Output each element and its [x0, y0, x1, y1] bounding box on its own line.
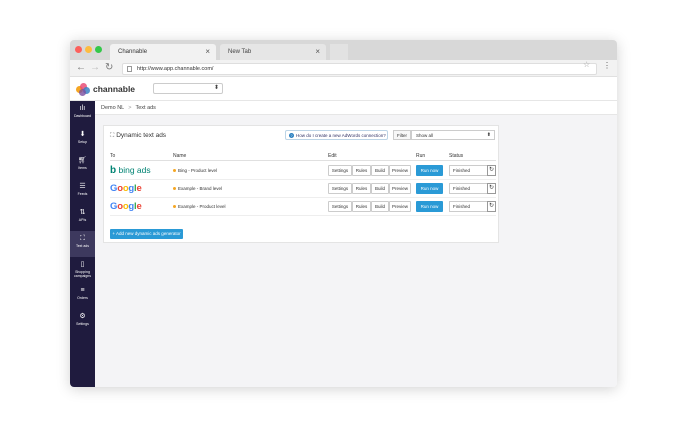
- sidebar: ılı Dashboard ⬇ Setup 🛒︎ Items ☰ Feeds ⇅…: [70, 101, 95, 387]
- row-name: Example - Brand level: [173, 186, 222, 191]
- page-icon: [127, 66, 132, 72]
- status-field: Finished: [449, 201, 488, 212]
- sidebar-item-setup[interactable]: ⬇ Setup: [70, 127, 95, 153]
- sidebar-item-items[interactable]: 🛒︎ Items: [70, 153, 95, 179]
- preview-button[interactable]: Preview: [389, 183, 411, 194]
- table-row: Google Example - Brand level Settings Ru…: [110, 180, 496, 198]
- settings-button[interactable]: Settings: [328, 183, 352, 194]
- breadcrumb: Demo NL > Text ads: [95, 101, 617, 115]
- refresh-icon[interactable]: ↻: [487, 165, 496, 176]
- refresh-icon[interactable]: ↻: [487, 183, 496, 194]
- app-header: channable ⬍: [70, 77, 617, 101]
- sidebar-item-shopping-campaigns[interactable]: ▯ Shopping campaigns: [70, 257, 95, 283]
- status-dot-icon: [173, 205, 176, 209]
- sidebar-item-apis[interactable]: ⇅ APIs: [70, 205, 95, 231]
- bookmark-star-icon[interactable]: ☆: [583, 60, 590, 69]
- logo-text: channable: [93, 84, 136, 94]
- run-now-button[interactable]: Run now: [416, 183, 443, 194]
- google-logo: Google: [110, 183, 142, 194]
- chevron-down-icon: ⬍: [213, 85, 219, 91]
- expand-icon: ⛶: [110, 133, 115, 139]
- url-input[interactable]: http://www.app.channable.com/: [122, 63, 597, 75]
- status-dot-icon: [173, 169, 176, 173]
- add-dynamic-ads-generator-button[interactable]: + Add new dynamic ads generator: [110, 229, 183, 239]
- tab-title: New Tab: [228, 49, 252, 55]
- forward-arrow-icon[interactable]: →: [90, 62, 100, 73]
- table-row: b bing ads Bing - Product level Settings…: [110, 162, 496, 180]
- download-icon: ⬇: [79, 131, 86, 138]
- build-button[interactable]: Build: [371, 165, 389, 176]
- dynamic-text-ads-panel: ⛶ Dynamic text ads ? How do I create a new…: [103, 125, 499, 243]
- row-name: Example - Product level: [173, 204, 226, 209]
- chevron-right-icon: >: [128, 105, 132, 111]
- main-content: ⛶ Dynamic text ads ? How do I create a new…: [95, 115, 617, 387]
- url-text: http://www.app.channable.com/: [137, 66, 214, 72]
- title-bar: Channable × New Tab ×: [70, 40, 617, 60]
- filter-select[interactable]: Show all ⬍: [411, 130, 495, 140]
- status-dot-icon: [173, 187, 176, 191]
- header-name: Name: [173, 153, 187, 159]
- project-select[interactable]: ⬍: [153, 83, 223, 94]
- sliders-icon: ☰: [79, 183, 86, 190]
- browser-window: Channable × New Tab × ← → ↻ http://www.a…: [70, 40, 617, 387]
- close-tab-icon[interactable]: ×: [205, 47, 210, 56]
- cart-icon: 🛒︎: [78, 157, 87, 164]
- back-arrow-icon[interactable]: ←: [76, 62, 86, 73]
- build-button[interactable]: Build: [371, 183, 389, 194]
- table-row: Google Example - Product level Settings …: [110, 198, 496, 216]
- minimize-window-button[interactable]: [85, 46, 92, 53]
- browser-menu-icon[interactable]: ⋮: [603, 61, 611, 70]
- close-window-button[interactable]: [75, 46, 82, 53]
- question-icon: ?: [289, 133, 294, 138]
- tab-new-tab[interactable]: New Tab ×: [220, 44, 326, 60]
- sidebar-item-orders[interactable]: ≡ Orders: [70, 283, 95, 309]
- channable-logo-icon: [76, 83, 90, 96]
- row-name: Bing - Product level: [173, 168, 217, 173]
- arrows-icon: ⇅: [79, 209, 86, 216]
- list-icon: ≡: [80, 287, 85, 294]
- header-run: Run: [416, 153, 426, 159]
- tab-channable[interactable]: Channable ×: [110, 44, 216, 60]
- status-field: Finished: [449, 165, 488, 176]
- rules-button[interactable]: Rules: [352, 183, 371, 194]
- run-now-button[interactable]: Run now: [416, 201, 443, 212]
- reload-icon[interactable]: ↻: [105, 62, 113, 73]
- settings-button[interactable]: Settings: [328, 201, 352, 212]
- run-now-button[interactable]: Run now: [416, 165, 443, 176]
- tab-title: Channable: [118, 49, 148, 55]
- expand-icon: ⛶: [80, 235, 85, 242]
- filter-label: Filter: [393, 130, 411, 140]
- bing-ads-logo: b bing ads: [110, 165, 151, 176]
- panel-title: ⛶ Dynamic text ads: [110, 132, 167, 139]
- table-header: To Name Edit Run Status: [110, 152, 496, 161]
- header-edit: Edit: [328, 153, 337, 159]
- bag-icon: ▯: [80, 261, 85, 268]
- google-logo: Google: [110, 201, 142, 212]
- sidebar-item-settings[interactable]: ⚙ Settings: [70, 309, 95, 335]
- sidebar-item-feeds[interactable]: ☰ Feeds: [70, 179, 95, 205]
- breadcrumb-page: Text ads: [135, 105, 156, 111]
- breadcrumb-project[interactable]: Demo NL: [101, 105, 124, 111]
- settings-button[interactable]: Settings: [328, 165, 352, 176]
- rules-button[interactable]: Rules: [352, 165, 371, 176]
- bar-chart-icon: ılı: [79, 105, 86, 112]
- new-tab-button[interactable]: [330, 44, 348, 60]
- rules-button[interactable]: Rules: [352, 201, 371, 212]
- adwords-help-button[interactable]: ? How do I create a new AdWords connectio…: [285, 130, 388, 140]
- maximize-window-button[interactable]: [95, 46, 102, 53]
- header-status: Status: [449, 153, 464, 159]
- gear-icon: ⚙: [79, 313, 86, 320]
- status-field: Finished: [449, 183, 488, 194]
- sidebar-item-text-ads[interactable]: ⛶ Text ads: [70, 231, 95, 257]
- address-bar: ← → ↻ http://www.app.channable.com/ ☆ ⋮: [70, 60, 617, 77]
- build-button[interactable]: Build: [371, 201, 389, 212]
- chevron-down-icon: ⬍: [486, 132, 491, 138]
- preview-button[interactable]: Preview: [389, 165, 411, 176]
- close-tab-icon[interactable]: ×: [315, 47, 320, 56]
- header-to: To: [110, 153, 116, 159]
- sidebar-item-dashboard[interactable]: ılı Dashboard: [70, 101, 95, 127]
- preview-button[interactable]: Preview: [389, 201, 411, 212]
- refresh-icon[interactable]: ↻: [487, 201, 496, 212]
